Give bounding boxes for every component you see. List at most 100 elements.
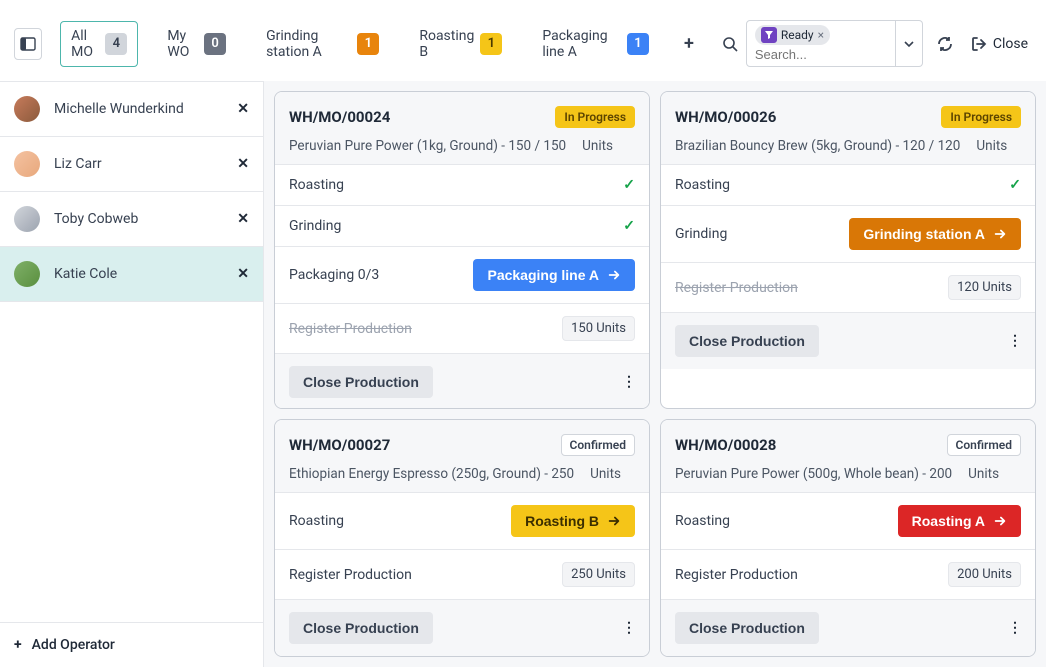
operators-sidebar: Michelle Wunderkind✕Liz Carr✕Toby Cobweb…	[0, 81, 264, 667]
remove-operator-button[interactable]: ✕	[237, 211, 249, 227]
card-title: WH/MO/00026	[675, 108, 776, 126]
units-pill: 150 Units	[562, 316, 635, 341]
mo-card: WH/MO/00026 In Progress Brazilian Bouncy B…	[660, 91, 1036, 409]
refresh-icon	[937, 36, 953, 52]
workcenter-action-button[interactable]: Roasting B	[511, 505, 635, 537]
workcenter-action-button[interactable]: Grinding station A	[849, 218, 1021, 250]
operator-row[interactable]: Katie Cole✕	[0, 247, 263, 302]
operator-row[interactable]: Toby Cobweb ✕	[0, 192, 263, 247]
step-row: Grinding Grinding station A	[661, 206, 1035, 263]
workcenter-action-button[interactable]: Roasting A	[898, 505, 1021, 537]
action-label: Grinding station A	[863, 226, 985, 242]
check-icon: ✓	[623, 177, 635, 193]
plus-icon: +	[14, 637, 22, 653]
tab-grinding-station-a[interactable]: Grinding station A 1	[255, 21, 390, 67]
close-production-button[interactable]: Close Production	[289, 612, 433, 644]
panel-icon	[20, 36, 36, 52]
step-row: Roasting ✓	[275, 165, 649, 206]
card-footer: Close Production ⋮	[275, 600, 649, 656]
status-badge: In Progress	[941, 106, 1021, 128]
step-label: Grinding	[289, 218, 341, 234]
status-badge: In Progress	[555, 106, 635, 128]
arrow-right-icon	[993, 227, 1007, 241]
remove-operator-button[interactable]: ✕	[237, 156, 249, 172]
tab-label: My WO	[167, 28, 198, 60]
operator-row[interactable]: Michelle Wunderkind✕	[0, 82, 263, 137]
refresh-button[interactable]	[933, 32, 957, 56]
avatar	[14, 206, 40, 232]
top-bar: All MO4My WO0Grinding station A1Roasting…	[0, 0, 1046, 81]
operator-list: Michelle Wunderkind✕Liz Carr✕Toby Cobweb…	[0, 82, 263, 622]
tab-label: Grinding station A	[266, 28, 351, 60]
panel-toggle-button[interactable]	[14, 28, 42, 60]
search-box[interactable]: Ready ×	[746, 20, 896, 67]
step-label: Register Production	[289, 321, 412, 337]
units-pill: 200 Units	[948, 562, 1021, 587]
action-label: Roasting A	[912, 513, 985, 529]
step-row: Grinding ✓	[275, 206, 649, 247]
filter-chip-ready[interactable]: Ready ×	[755, 25, 830, 45]
close-button[interactable]: Close	[967, 32, 1032, 56]
tab-count-badge: 0	[204, 33, 226, 55]
tab-my-wo[interactable]: My WO 0	[156, 21, 237, 67]
step-label: Grinding	[675, 226, 727, 242]
kanban-board: WH/MO/00024In ProgressPeruvian Pure Powe…	[264, 81, 1046, 667]
workcenter-action-button[interactable]: Packaging line A	[473, 259, 635, 291]
filter-chip-remove[interactable]: ×	[818, 28, 824, 42]
card-footer: Close Production ⋮	[661, 313, 1035, 369]
card-title: WH/MO/00028	[675, 436, 776, 454]
add-operator-button[interactable]: + Add Operator	[0, 622, 263, 667]
action-label: Packaging line A	[487, 267, 599, 283]
operator-row[interactable]: Liz Carr✕	[0, 137, 263, 192]
remove-operator-button[interactable]: ✕	[237, 101, 249, 117]
status-badge: Confirmed	[561, 434, 635, 456]
operator-name: Toby Cobweb	[54, 211, 223, 227]
tab-count-badge: 4	[105, 33, 127, 55]
step-row: RoastingRoasting A	[661, 493, 1035, 550]
tab-roasting-b[interactable]: Roasting B1	[408, 21, 513, 67]
close-production-button[interactable]: Close Production	[675, 325, 819, 357]
card-subtitle: Ethiopian Energy Espresso (250g, Ground)…	[289, 466, 635, 482]
tab-packaging-line-a[interactable]: Packaging line A 1	[531, 21, 660, 67]
filter-chip-label: Ready	[781, 28, 814, 42]
step-row: Register Production200 Units	[661, 550, 1035, 600]
units-pill: 120 Units	[948, 275, 1021, 300]
topbar-right: Ready × Close	[718, 20, 1032, 67]
add-tab-button[interactable]: +	[678, 29, 700, 58]
search-wrapper: Ready ×	[746, 20, 923, 67]
card-subtitle: Peruvian Pure Power (1kg, Ground) - 150 …	[289, 138, 635, 154]
step-label: Roasting	[675, 177, 730, 193]
card-menu-button[interactable]: ⋮	[622, 620, 635, 636]
remove-operator-button[interactable]: ✕	[237, 266, 249, 282]
avatar	[14, 96, 40, 122]
step-label: Register Production	[289, 567, 412, 583]
card-menu-button[interactable]: ⋮	[1008, 333, 1021, 349]
card-menu-button[interactable]: ⋮	[1008, 620, 1021, 636]
tabs: All MO4My WO0Grinding station A1Roasting…	[60, 21, 660, 67]
close-production-button[interactable]: Close Production	[675, 612, 819, 644]
card-menu-button[interactable]: ⋮	[622, 374, 635, 390]
arrow-right-icon	[993, 514, 1007, 528]
card-header: WH/MO/00026 In Progress Brazilian Bouncy B…	[661, 92, 1035, 165]
tab-label: Packaging line A	[542, 28, 621, 60]
main: Michelle Wunderkind✕Liz Carr✕Toby Cobweb…	[0, 81, 1046, 667]
step-label: Roasting	[289, 177, 344, 193]
tab-count-badge: 1	[357, 33, 379, 55]
tab-all-mo[interactable]: All MO4	[60, 21, 138, 67]
search-input[interactable]	[755, 47, 887, 62]
units-pill: 250 Units	[562, 562, 635, 587]
tab-count-badge: 1	[480, 33, 502, 55]
close-production-button[interactable]: Close Production	[289, 366, 433, 398]
step-row: Register Production 250 Units	[275, 550, 649, 600]
add-operator-label: Add Operator	[32, 637, 115, 653]
chevron-down-icon	[904, 39, 914, 49]
search-dropdown-caret[interactable]	[896, 20, 923, 67]
check-icon: ✓	[1009, 177, 1021, 193]
tab-count-badge: 1	[627, 33, 649, 55]
step-row: RoastingRoasting B	[275, 493, 649, 550]
arrow-right-icon	[607, 268, 621, 282]
exit-icon	[971, 36, 987, 52]
card-subtitle: Brazilian Bouncy Brew (5kg, Ground) - 12…	[675, 138, 1021, 154]
topbar-left: All MO4My WO0Grinding station A1Roasting…	[14, 21, 700, 67]
check-icon: ✓	[623, 218, 635, 234]
